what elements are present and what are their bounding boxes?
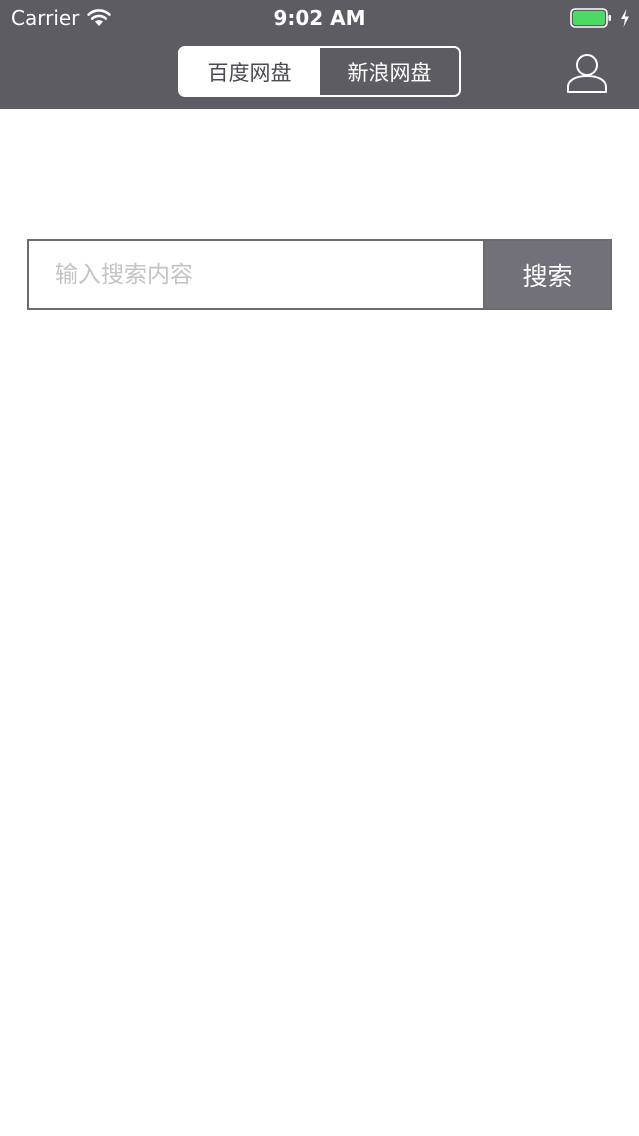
drive-source-segmented-control: 百度网盘 新浪网盘 bbox=[178, 46, 461, 97]
charging-bolt-icon bbox=[621, 9, 629, 27]
battery-icon bbox=[570, 8, 611, 28]
search-bar: 搜索 bbox=[27, 239, 612, 310]
segment-baidu-pan[interactable]: 百度网盘 bbox=[180, 48, 319, 95]
segment-baidu-pan-label: 百度网盘 bbox=[207, 60, 292, 85]
search-input[interactable] bbox=[27, 239, 483, 310]
status-time: 9:02 AM bbox=[273, 6, 366, 30]
user-profile-icon[interactable] bbox=[565, 51, 609, 95]
search-button-label: 搜索 bbox=[522, 261, 573, 291]
segment-sina-pan-label: 新浪网盘 bbox=[347, 60, 432, 85]
segment-sina-pan[interactable]: 新浪网盘 bbox=[319, 48, 459, 95]
navigation-header: Carrier 9:02 AM 百度网盘 新浪网盘 bbox=[0, 0, 639, 109]
status-bar: Carrier 9:02 AM bbox=[0, 0, 639, 36]
search-button[interactable]: 搜索 bbox=[483, 239, 612, 310]
